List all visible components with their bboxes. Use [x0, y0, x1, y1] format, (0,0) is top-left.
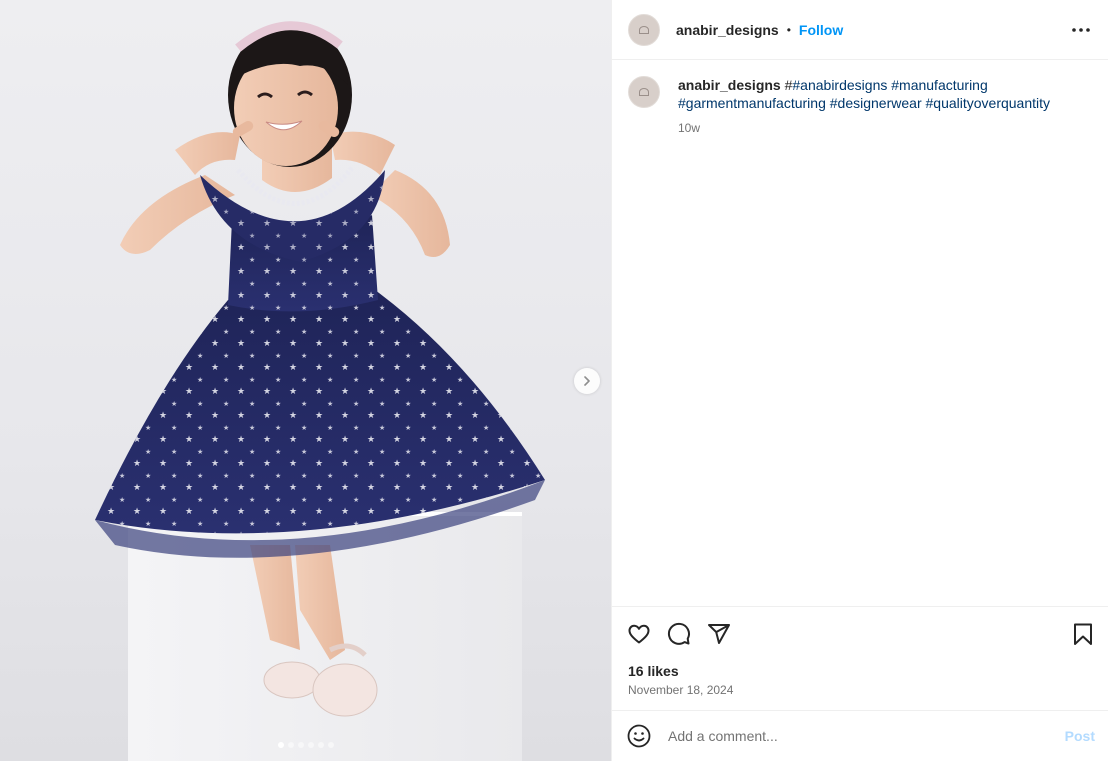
send-icon	[708, 624, 730, 644]
header-username-link[interactable]: anabir_designs	[676, 22, 779, 38]
comment-input[interactable]	[668, 728, 1038, 744]
emoji-button[interactable]	[626, 723, 652, 749]
post-date[interactable]: November 18, 2024	[628, 683, 733, 697]
carousel-dot	[287, 742, 294, 748]
comment-icon	[668, 622, 690, 645]
heart-icon	[628, 624, 650, 644]
caption-username-link[interactable]: anabir_designs	[678, 77, 781, 93]
bookmark-icon	[1074, 623, 1092, 645]
brand-logo-icon	[639, 88, 649, 96]
follow-button[interactable]: Follow	[799, 22, 843, 38]
emoji-icon	[627, 724, 651, 748]
more-horizontal-icon	[1072, 28, 1090, 32]
post-actions-section: 16 likes November 18, 2024	[612, 606, 1108, 697]
like-button[interactable]	[626, 621, 652, 647]
caption-text: anabir_designs ##anabirdesigns #manufact…	[678, 76, 1088, 112]
post-details-panel: anabir_designs • Follow anabir_designs #…	[611, 0, 1108, 761]
carousel-dot	[327, 742, 334, 748]
carousel-dot	[317, 742, 324, 748]
chevron-right-icon	[584, 376, 590, 386]
hashtag-link[interactable]: #qualityoverquantity	[926, 95, 1051, 111]
post-header: anabir_designs • Follow	[612, 0, 1108, 60]
carousel-dot	[297, 742, 304, 748]
comment-form: Post	[612, 710, 1108, 761]
avatar[interactable]	[628, 13, 660, 46]
carousel-dot	[307, 742, 314, 748]
carousel-indicator	[0, 742, 611, 748]
post-comment-button[interactable]: Post	[1065, 728, 1095, 744]
share-button[interactable]	[706, 621, 732, 647]
hashtag-link[interactable]: #designerwear	[830, 95, 922, 111]
post-caption: anabir_designs ##anabirdesigns #manufact…	[628, 76, 1098, 135]
hashtag-link[interactable]: #manufacturing	[891, 77, 988, 93]
carousel-dot	[277, 742, 284, 748]
brand-logo-icon	[639, 25, 649, 34]
save-button[interactable]	[1070, 621, 1096, 647]
caption-timestamp[interactable]: 10w	[678, 121, 1088, 135]
post-media[interactable]: ★ ★	[0, 0, 611, 761]
next-slide-button[interactable]	[574, 368, 600, 394]
hashtag-link[interactable]: #garmentmanufacturing	[678, 95, 826, 111]
hashtag-link[interactable]: #anabirdesigns	[792, 77, 887, 93]
separator-dot: •	[786, 22, 791, 37]
caption-avatar[interactable]	[628, 76, 660, 108]
more-options-button[interactable]	[1069, 18, 1093, 42]
post-photo: ★ ★	[0, 0, 611, 761]
action-bar	[612, 607, 1108, 661]
likes-count[interactable]: 16 likes	[628, 663, 679, 679]
comment-button[interactable]	[666, 621, 692, 647]
